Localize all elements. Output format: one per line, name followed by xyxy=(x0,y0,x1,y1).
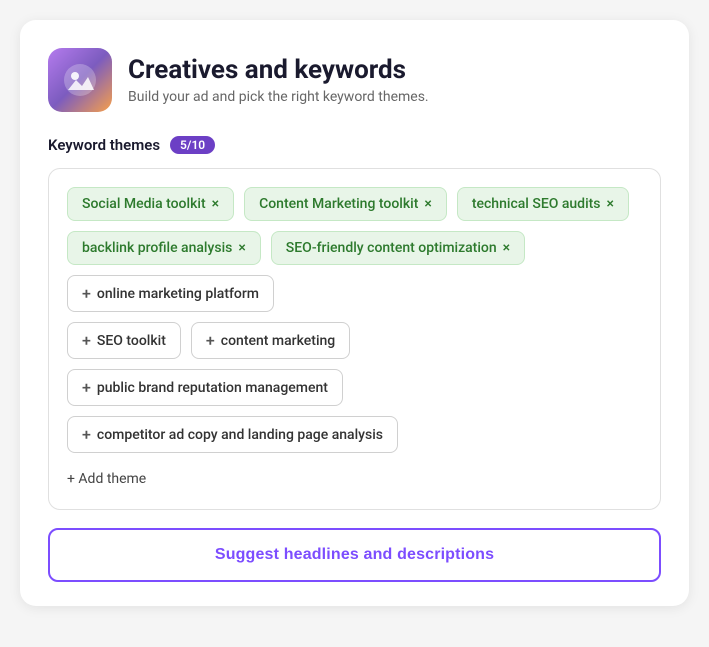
tag-social-media-toolkit[interactable]: Social Media toolkit × xyxy=(67,187,234,221)
themes-container: Social Media toolkit × Content Marketing… xyxy=(48,168,661,510)
tag-label: SEO toolkit xyxy=(97,333,166,349)
plus-icon: + xyxy=(82,378,91,397)
tag-seo-toolkit[interactable]: + SEO toolkit xyxy=(67,322,181,359)
tag-label: online marketing platform xyxy=(97,286,259,302)
tag-label: public brand reputation management xyxy=(97,380,328,396)
remove-icon[interactable]: × xyxy=(607,197,614,211)
main-card: Creatives and keywords Build your ad and… xyxy=(20,20,689,606)
add-tags-row2: + public brand reputation management xyxy=(67,369,642,406)
tag-competitor-ad-copy[interactable]: + competitor ad copy and landing page an… xyxy=(67,416,398,453)
remove-icon[interactable]: × xyxy=(424,197,431,211)
remove-icon[interactable]: × xyxy=(503,241,510,255)
tag-label: Social Media toolkit xyxy=(82,196,206,212)
tag-backlink-profile-analysis[interactable]: backlink profile analysis × xyxy=(67,231,261,265)
add-tags-area: + SEO toolkit + content marketing xyxy=(67,322,642,359)
tag-content-marketing[interactable]: + content marketing xyxy=(191,322,350,359)
header-section: Creatives and keywords Build your ad and… xyxy=(48,48,661,112)
add-tags-row3: + competitor ad copy and landing page an… xyxy=(67,416,642,453)
keyword-themes-label: Keyword themes xyxy=(48,136,160,154)
plus-icon: + xyxy=(82,425,91,444)
tag-label: competitor ad copy and landing page anal… xyxy=(97,427,383,443)
tag-seo-friendly-content-optimization[interactable]: SEO-friendly content optimization × xyxy=(271,231,525,265)
tag-label: Content Marketing toolkit xyxy=(259,196,418,212)
tag-label: technical SEO audits xyxy=(472,196,601,212)
plus-icon: + xyxy=(82,284,91,303)
keyword-themes-header: Keyword themes 5/10 xyxy=(48,136,661,154)
tag-label: backlink profile analysis xyxy=(82,240,232,256)
tag-public-brand-reputation[interactable]: + public brand reputation management xyxy=(67,369,343,406)
page-subtitle: Build your ad and pick the right keyword… xyxy=(128,89,429,105)
remove-icon[interactable]: × xyxy=(212,197,219,211)
tag-technical-seo-audits[interactable]: technical SEO audits × xyxy=(457,187,629,221)
remove-icon[interactable]: × xyxy=(238,241,245,255)
tag-label: SEO-friendly content optimization xyxy=(286,240,497,256)
tag-content-marketing-toolkit[interactable]: Content Marketing toolkit × xyxy=(244,187,447,221)
app-logo xyxy=(48,48,112,112)
plus-icon: + xyxy=(82,331,91,350)
header-text-group: Creatives and keywords Build your ad and… xyxy=(128,55,429,105)
suggest-button[interactable]: Suggest headlines and descriptions xyxy=(48,528,661,582)
selected-tags-area: Social Media toolkit × Content Marketing… xyxy=(67,187,642,312)
add-theme-label: + Add theme xyxy=(67,471,146,487)
plus-icon: + xyxy=(206,331,215,350)
tag-label: content marketing xyxy=(221,333,335,349)
keyword-themes-badge: 5/10 xyxy=(170,136,215,154)
page-title: Creatives and keywords xyxy=(128,55,429,85)
tag-online-marketing-platform[interactable]: + online marketing platform xyxy=(67,275,274,312)
add-theme-link[interactable]: + Add theme xyxy=(67,467,146,491)
